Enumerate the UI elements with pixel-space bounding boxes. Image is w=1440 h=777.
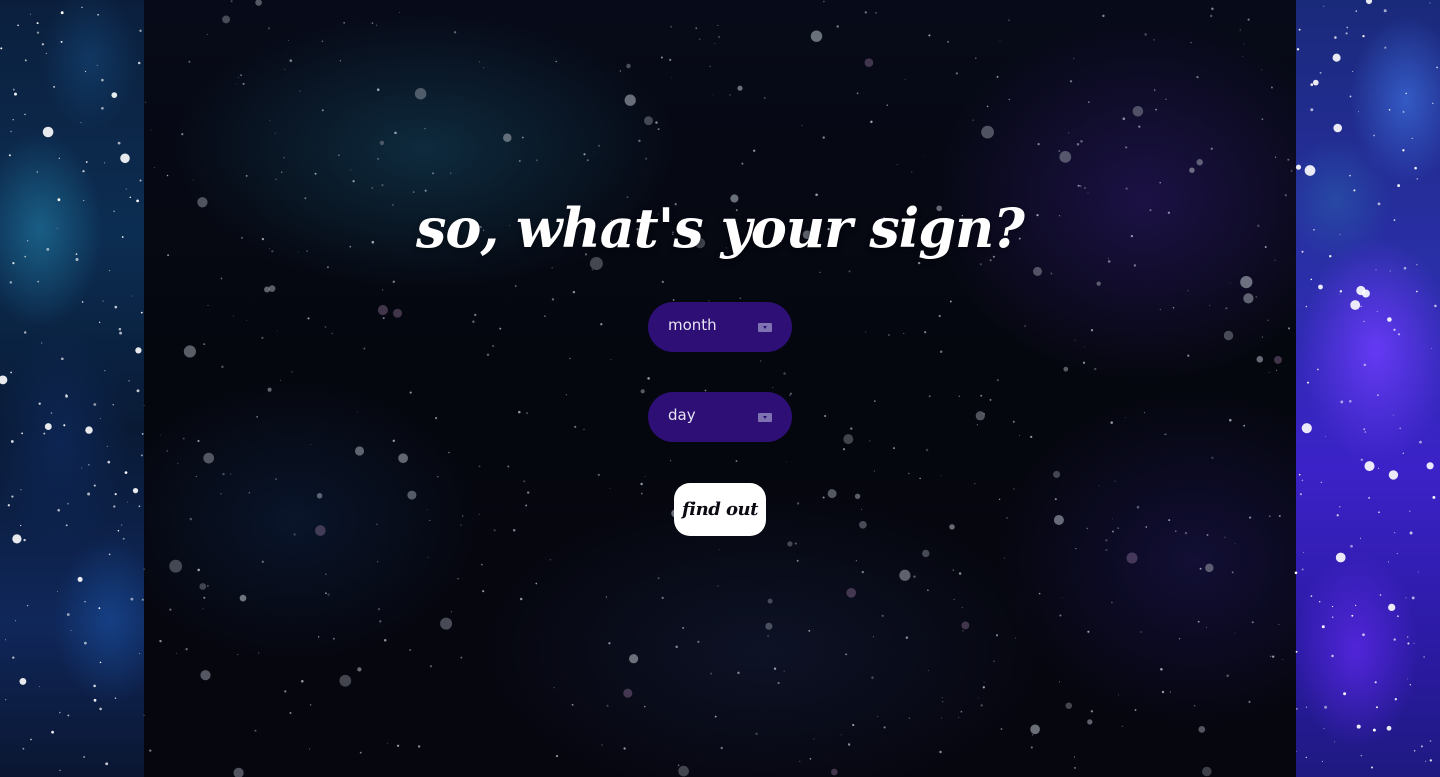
month-select[interactable]: month [648, 302, 792, 352]
main-content: so, what's your sign? month day find out [0, 0, 1440, 777]
day-select[interactable]: day [648, 392, 792, 442]
chevron-down-icon [758, 413, 772, 422]
month-select-value: month [668, 316, 717, 334]
page-title: so, what's your sign? [416, 196, 1025, 260]
day-select-value: day [668, 406, 696, 424]
chevron-down-icon [758, 323, 772, 332]
find-out-button[interactable]: find out [674, 483, 766, 536]
page: so, what's your sign? month day find out [0, 0, 1440, 777]
